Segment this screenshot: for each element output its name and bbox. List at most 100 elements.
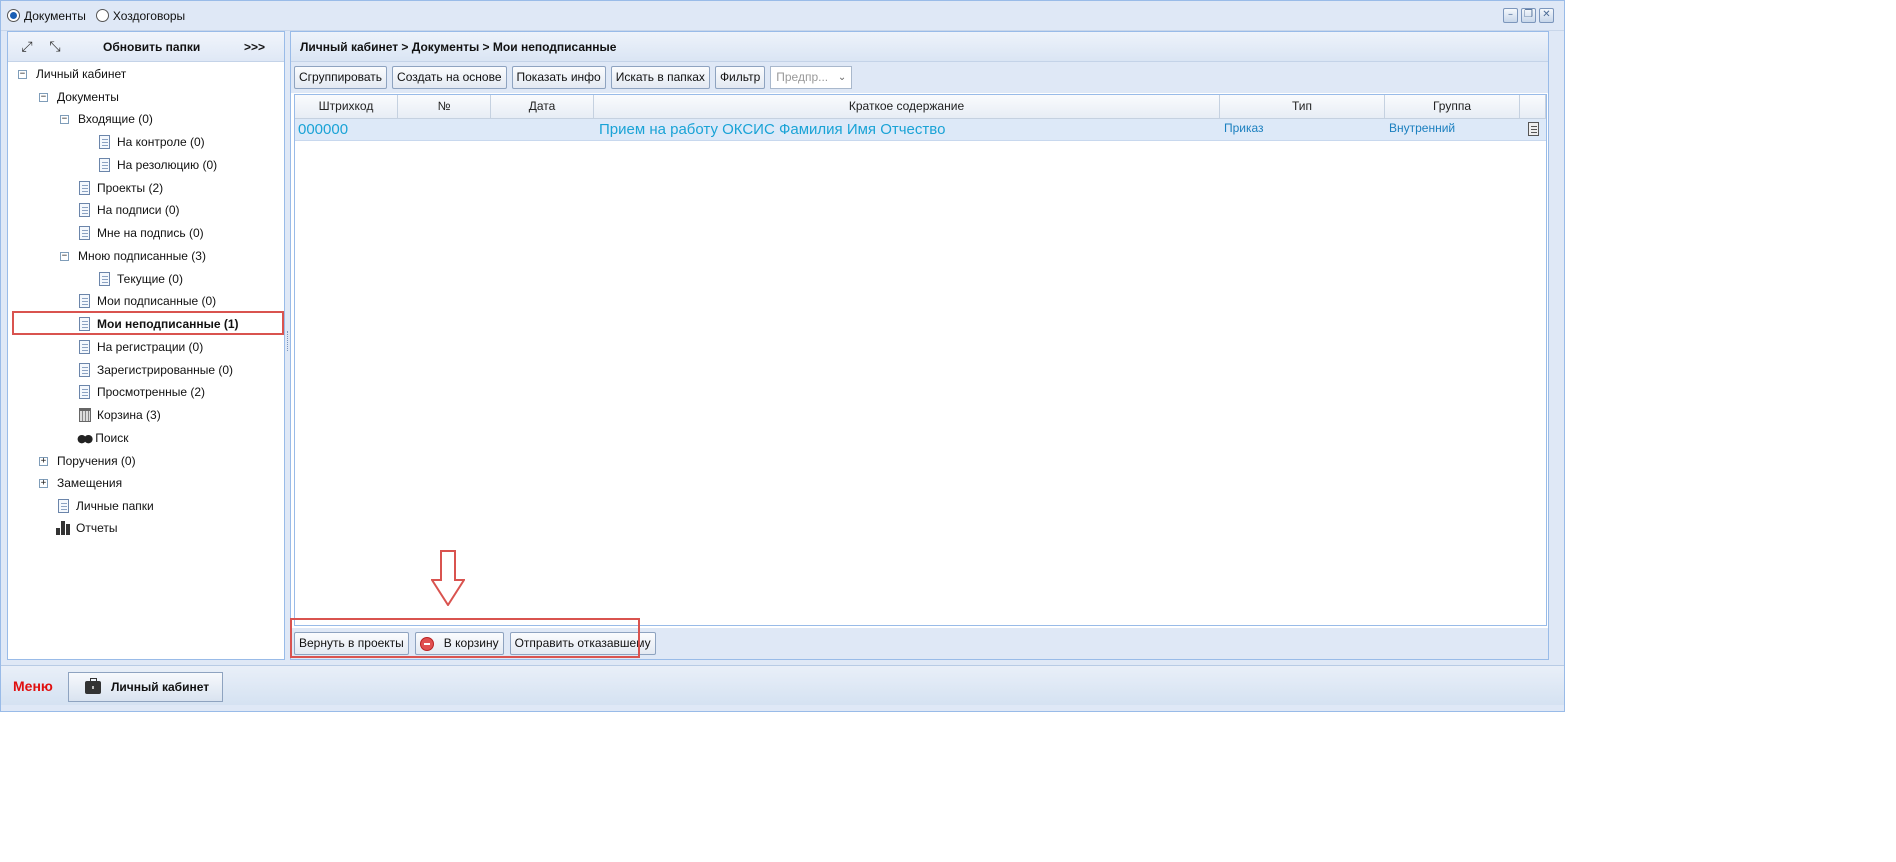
cell-summary: Прием на работу ОКСИС Фамилия Имя Отчест… xyxy=(599,121,946,138)
tree-item-label: Документы xyxy=(57,90,119,104)
expand-all-icon[interactable]: ⤢ xyxy=(18,38,36,56)
tree-item-label: Поиск xyxy=(95,431,129,445)
document-icon xyxy=(99,158,110,172)
expand-icon[interactable]: + xyxy=(39,456,48,466)
table-row[interactable]: 000000 Прием на работу ОКСИС Фамилия Имя… xyxy=(295,119,1546,141)
document-icon xyxy=(79,181,90,195)
document-icon xyxy=(79,385,90,399)
collapse-icon[interactable]: − xyxy=(60,114,69,124)
action-bar-highlight xyxy=(290,618,640,658)
content-panel: Личный кабинет > Документы > Мои неподпи… xyxy=(290,31,1549,660)
tree-item-label: На резолюцию (0) xyxy=(117,158,218,172)
tree-item-label: Мои неподписанные (1) xyxy=(97,317,239,331)
tree-item-projects[interactable]: Проекты (2) xyxy=(79,178,163,198)
breadcrumb: Личный кабинет > Документы > Мои неподпи… xyxy=(291,32,1548,62)
tree-item-label: Проекты (2) xyxy=(97,181,164,195)
search-in-folders-button[interactable]: Искать в папках xyxy=(610,66,710,89)
tree-item-documents[interactable]: − Документы xyxy=(39,87,119,107)
personal-cabinet-button[interactable]: Личный кабинет xyxy=(68,672,223,702)
column-actions xyxy=(1520,95,1546,118)
column-type[interactable]: Тип xyxy=(1220,95,1385,118)
tree-item-my-signed[interactable]: Мои подписанные (0) xyxy=(79,291,216,311)
cell-type: Приказ xyxy=(1224,121,1264,135)
tree-item-assignments[interactable]: + Поручения (0) xyxy=(39,451,136,471)
document-icon xyxy=(79,294,90,308)
collapse-icon[interactable]: − xyxy=(60,251,69,261)
document-icon xyxy=(58,499,69,513)
column-summary[interactable]: Краткое содержание xyxy=(594,95,1220,118)
document-icon xyxy=(79,317,90,331)
document-icon[interactable] xyxy=(1528,122,1539,136)
tree-item-label: Текущие (0) xyxy=(117,272,183,286)
tree-item-signed-by-me[interactable]: − Мною подписанные (3) xyxy=(60,246,206,266)
tree-item-personal-cabinet[interactable]: − Личный кабинет xyxy=(18,64,126,84)
column-number[interactable]: № xyxy=(398,95,491,118)
document-icon xyxy=(79,340,90,354)
tree-item-substitutions[interactable]: + Замещения xyxy=(39,473,122,493)
cell-number xyxy=(398,119,491,140)
tree-item-my-unsigned[interactable]: Мои неподписанные (1) xyxy=(79,314,239,334)
binoculars-icon: ●● xyxy=(77,431,93,445)
trash-icon xyxy=(79,408,91,422)
radio-checked-icon[interactable] xyxy=(7,9,20,22)
down-arrow-annotation xyxy=(431,550,465,606)
document-icon xyxy=(79,363,90,377)
refresh-folders-button[interactable]: Обновить папки xyxy=(103,40,200,54)
cell-date xyxy=(491,119,594,140)
tree-item-for-resolution[interactable]: На резолюцию (0) xyxy=(99,155,217,175)
close-icon[interactable]: ✕ xyxy=(1539,8,1554,23)
tree-item-reports[interactable]: Отчеты xyxy=(56,518,117,538)
tree-item-incoming[interactable]: − Входящие (0) xyxy=(60,109,153,129)
menu-button[interactable]: Меню xyxy=(13,678,53,694)
more-button[interactable]: >>> xyxy=(244,40,265,54)
group-button[interactable]: Сгруппировать xyxy=(294,66,388,89)
restore-icon[interactable]: ❐ xyxy=(1521,8,1536,23)
column-group[interactable]: Группа xyxy=(1385,95,1520,118)
tree-item-on-control[interactable]: На контроле (0) xyxy=(99,132,205,152)
top-bar: Документы Хоздоговоры – ❐ ✕ xyxy=(1,1,1564,31)
show-info-button[interactable]: Показать инфо xyxy=(511,66,606,89)
tree-item-on-signing[interactable]: На подписи (0) xyxy=(79,200,180,220)
tree-item-label: Отчеты xyxy=(76,521,118,535)
collapse-icon[interactable]: − xyxy=(18,69,27,79)
tree-item-registered[interactable]: Зарегистрированные (0) xyxy=(79,360,233,380)
tree-item-to-me-for-signing[interactable]: Мне на подпись (0) xyxy=(79,223,204,243)
radio-documents[interactable]: Документы xyxy=(7,9,86,23)
create-based-button[interactable]: Создать на основе xyxy=(392,66,507,89)
tree-item-viewed[interactable]: Просмотренные (2) xyxy=(79,382,205,402)
chevron-down-icon: ⌄ xyxy=(837,72,847,83)
enterprise-select[interactable]: Предпр... ⌄ xyxy=(770,66,853,89)
filter-button[interactable]: Фильтр xyxy=(714,66,766,89)
minimize-icon[interactable]: – xyxy=(1503,8,1518,23)
radio-contracts-label: Хоздоговоры xyxy=(112,8,186,23)
documents-grid: Штрихкод № Дата Краткое содержание Тип Г… xyxy=(294,94,1547,626)
tree-item-personal-folders[interactable]: Личные папки xyxy=(58,496,154,516)
tree-item-label: Мои подписанные (0) xyxy=(97,294,217,308)
tree-item-trash[interactable]: Корзина (3) xyxy=(79,405,161,425)
tree-item-label: Мне на подпись (0) xyxy=(97,226,204,240)
grid-toolbar: Сгруппировать Создать на основе Показать… xyxy=(291,62,1548,93)
tree-item-label: Входящие (0) xyxy=(78,112,153,126)
column-barcode[interactable]: Штрихкод xyxy=(295,95,398,118)
grid-header: Штрихкод № Дата Краткое содержание Тип Г… xyxy=(295,95,1546,119)
tree-item-on-registration[interactable]: На регистрации (0) xyxy=(79,337,203,357)
enterprise-select-placeholder: Предпр... xyxy=(776,70,829,84)
document-icon xyxy=(99,135,110,149)
cell-group: Внутренний xyxy=(1389,121,1456,135)
column-date[interactable]: Дата xyxy=(491,95,594,118)
briefcase-icon xyxy=(85,677,101,694)
radio-contracts[interactable]: Хоздоговоры xyxy=(95,8,186,23)
tree-item-current[interactable]: Текущие (0) xyxy=(99,269,183,289)
collapse-icon[interactable]: − xyxy=(39,92,48,102)
document-icon xyxy=(79,203,90,217)
tree-item-label: Замещения xyxy=(57,476,123,490)
folder-panel: ⤢ ⤡ Обновить папки >>> − Личный кабинет … xyxy=(7,31,285,660)
tree-item-search[interactable]: ●● Поиск xyxy=(77,428,128,448)
tree-item-label: Мною подписанные (3) xyxy=(78,249,206,263)
expand-icon[interactable]: + xyxy=(39,478,48,488)
bar-chart-icon xyxy=(56,521,70,535)
cell-barcode: 000000 xyxy=(298,121,349,138)
radio-unchecked-icon[interactable] xyxy=(95,9,109,22)
collapse-all-icon[interactable]: ⤡ xyxy=(46,38,64,56)
tree-item-label: Зарегистрированные (0) xyxy=(97,363,234,377)
